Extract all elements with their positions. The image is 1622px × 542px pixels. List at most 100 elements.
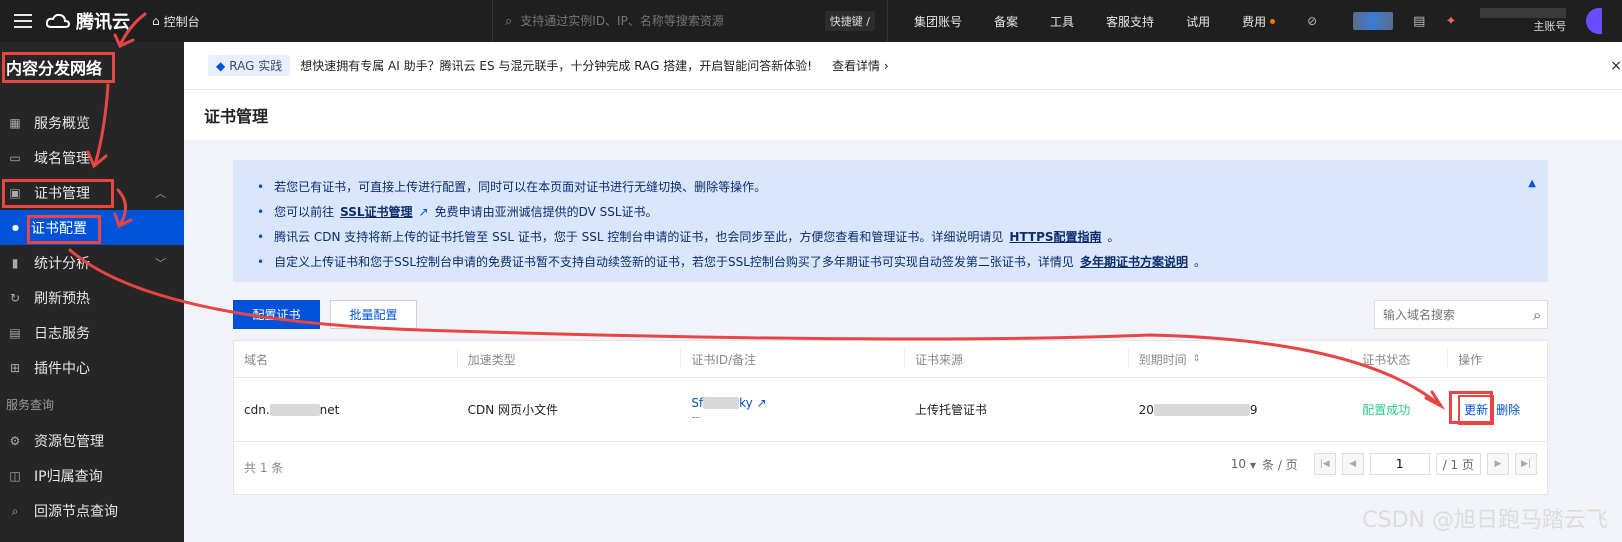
col-expire-label: 到期时间 xyxy=(1138,352,1187,367)
sidebar-item-label: 日志服务 xyxy=(34,325,90,342)
rag-tag: ◆ RAG 实践 xyxy=(208,55,291,76)
sidebar-item-log[interactable]: ▤ 日志服务 xyxy=(0,315,184,350)
close-icon[interactable]: × xyxy=(1610,58,1622,74)
avatar[interactable] xyxy=(1586,8,1603,34)
link-icon[interactable]: ⊘ xyxy=(1291,14,1333,28)
page-size-value: 10 xyxy=(1230,457,1247,471)
domain-search[interactable]: ⌕ xyxy=(1374,300,1548,329)
ssl-cert-link[interactable]: SSL证书管理 xyxy=(340,203,412,221)
sidebar-item-label: 插件中心 xyxy=(34,360,90,377)
cell-expire: 20 9 xyxy=(1129,403,1353,417)
sidebar-item-domain[interactable]: ▭ 域名管理 xyxy=(0,140,184,175)
masked-text xyxy=(269,404,320,416)
account-menu[interactable]: 主账号 xyxy=(1476,8,1567,34)
sidebar-item-package[interactable]: ⚙ 资源包管理 xyxy=(0,423,184,458)
cell-type: CDN 网页小文件 xyxy=(467,403,559,417)
nav-filing[interactable]: 备案 xyxy=(978,13,1034,30)
sidebar-item-origin[interactable]: ⌕ 回源节点查询 xyxy=(0,493,184,528)
delete-button[interactable]: 删除 xyxy=(1496,403,1520,417)
notification-dot xyxy=(1270,18,1276,24)
sidebar-section-query: 服务查询 xyxy=(6,397,55,412)
notice-text: 您可以前往 xyxy=(274,204,335,219)
multi-year-cert-link[interactable]: 多年期证书方案说明 xyxy=(1080,253,1188,271)
chevron-up-icon: ︿ xyxy=(155,186,166,200)
rag-tag-label: RAG 实践 xyxy=(229,59,283,73)
col-domain: 域名 xyxy=(234,349,458,369)
nav-billing[interactable]: 费用 xyxy=(1226,13,1291,30)
config-cert-button[interactable]: 配置证书 xyxy=(233,300,320,329)
external-link-icon: ↗ xyxy=(418,204,429,219)
https-guide-link[interactable]: HTTPS配置指南 xyxy=(1009,228,1101,246)
last-page-icon[interactable]: ▶| xyxy=(1515,453,1537,475)
annotation-box-renew xyxy=(1449,391,1493,424)
masked-account-info xyxy=(1353,12,1394,30)
chevron-down-icon: ﹀ xyxy=(155,256,166,270)
cell-domain: cdn. net xyxy=(234,403,458,417)
menu-icon[interactable] xyxy=(0,0,46,42)
next-page-icon[interactable]: ▶ xyxy=(1487,453,1509,475)
search-icon: ⌕ xyxy=(505,13,513,29)
banner-detail-link[interactable]: 查看详情 › xyxy=(832,57,889,74)
sort-icon[interactable]: ⇕ xyxy=(1193,354,1201,364)
sidebar-item-label: 服务概览 xyxy=(34,115,90,132)
sidebar-item-overview[interactable]: ▦ 服务概览 xyxy=(0,105,184,140)
cert-id-link[interactable]: Sf ky ↗ xyxy=(691,396,905,410)
first-page-icon[interactable]: |◀ xyxy=(1313,453,1336,475)
page-size-select[interactable]: 10 ▼ xyxy=(1231,457,1256,471)
masked-text xyxy=(1153,404,1250,416)
search-icon[interactable]: ⌕ xyxy=(1533,306,1541,324)
notice-line: 您可以前往 SSL证书管理 ↗ 免费申请由亚洲诚信提供的DV SSL证书。 xyxy=(257,199,1524,224)
global-search[interactable]: ⌕ 快捷键 / xyxy=(492,0,888,42)
col-type: 加速类型 xyxy=(458,349,682,369)
sidebar-item-label: 统计分析 xyxy=(34,255,90,272)
nav-trial[interactable]: 试用 xyxy=(1170,13,1226,30)
brand-logo[interactable]: 腾讯云 xyxy=(46,8,152,34)
notification-icon[interactable]: ▤ xyxy=(1413,14,1425,29)
masked-account-name xyxy=(1480,8,1567,18)
col-ops: 操作 xyxy=(1458,352,1483,367)
colorful-app-icon[interactable]: ✦ xyxy=(1445,14,1456,29)
domain-search-input[interactable] xyxy=(1383,307,1533,322)
notice-text: 免费申请由亚洲诚信提供的DV SSL证书。 xyxy=(434,204,658,219)
total-pages: / 1 页 xyxy=(1435,453,1481,475)
sidebar-item-plugin[interactable]: ⊞ 插件中心 xyxy=(0,350,184,385)
nav-billing-label: 费用 xyxy=(1242,14,1267,29)
cert-suffix: ky xyxy=(739,395,753,410)
table-footer: 共 1 条 10 ▼ 条 / 页 |◀ ◀ / 1 页 ▶ ▶| xyxy=(234,442,1547,492)
shortcut-hint: 快捷键 / xyxy=(824,11,875,31)
total-count: 共 1 条 xyxy=(244,460,284,475)
grid-icon: ▦ xyxy=(9,115,21,130)
expire-suffix: 9 xyxy=(1249,402,1258,417)
console-link[interactable]: ⌂ 控制台 xyxy=(152,13,492,30)
nav-support[interactable]: 客服支持 xyxy=(1090,13,1170,30)
console-label: 控制台 xyxy=(163,14,200,29)
top-nav: 集团账号 备案 工具 客服支持 试用 费用 ⊘ xyxy=(898,13,1333,30)
brand-name: 腾讯云 xyxy=(76,12,130,33)
expire-prefix: 20 xyxy=(1138,402,1154,417)
nav-tools[interactable]: 工具 xyxy=(1034,13,1090,30)
sidebar-item-ip[interactable]: ◫ IP归属查询 xyxy=(0,458,184,493)
page-input[interactable] xyxy=(1369,453,1430,475)
col-cert-id: 证书ID/备注 xyxy=(681,349,905,369)
cell-cert: Sf ky ↗ -- xyxy=(681,396,905,424)
sidebar-item-stats[interactable]: ▮ 统计分析 ﹀ xyxy=(0,245,184,280)
col-expire[interactable]: 到期时间 ⇕ xyxy=(1129,349,1353,369)
sidebar-item-refresh[interactable]: ↻ 刷新预热 xyxy=(0,280,184,315)
prev-page-icon[interactable]: ◀ xyxy=(1341,453,1364,475)
global-search-input[interactable] xyxy=(520,14,817,28)
cert-note: -- xyxy=(691,409,700,424)
notice-text: 自定义上传证书和您于SSL控制台申请的免费证书暂不支持自动续签新的证书，若您于S… xyxy=(274,254,1074,269)
table-row: cdn. net CDN 网页小文件 Sf ky ↗ -- 上传托管证书 20 9 配… xyxy=(234,378,1547,442)
collapse-icon[interactable]: ▲ xyxy=(1528,178,1536,189)
watermark: CSDN @旭日跑马踏云飞 xyxy=(1362,508,1608,533)
external-link-icon: ↗ xyxy=(756,395,767,410)
ip-icon: ◫ xyxy=(9,468,21,483)
log-icon: ▤ xyxy=(9,325,21,340)
nav-group-account[interactable]: 集团账号 xyxy=(898,13,978,30)
batch-config-button[interactable]: 批量配置 xyxy=(330,300,417,329)
top-bar: 腾讯云 ⌂ 控制台 ⌕ 快捷键 / 集团账号 备案 工具 客服支持 试用 费用 … xyxy=(0,0,1622,42)
sidebar-item-label: 刷新预热 xyxy=(34,290,90,307)
annotation-box-cert-mgmt xyxy=(2,179,114,208)
sidebar-item-label: IP归属查询 xyxy=(34,468,103,485)
table-header: 域名 加速类型 证书ID/备注 证书来源 到期时间 ⇕ 证书状态 操作 xyxy=(234,341,1547,378)
